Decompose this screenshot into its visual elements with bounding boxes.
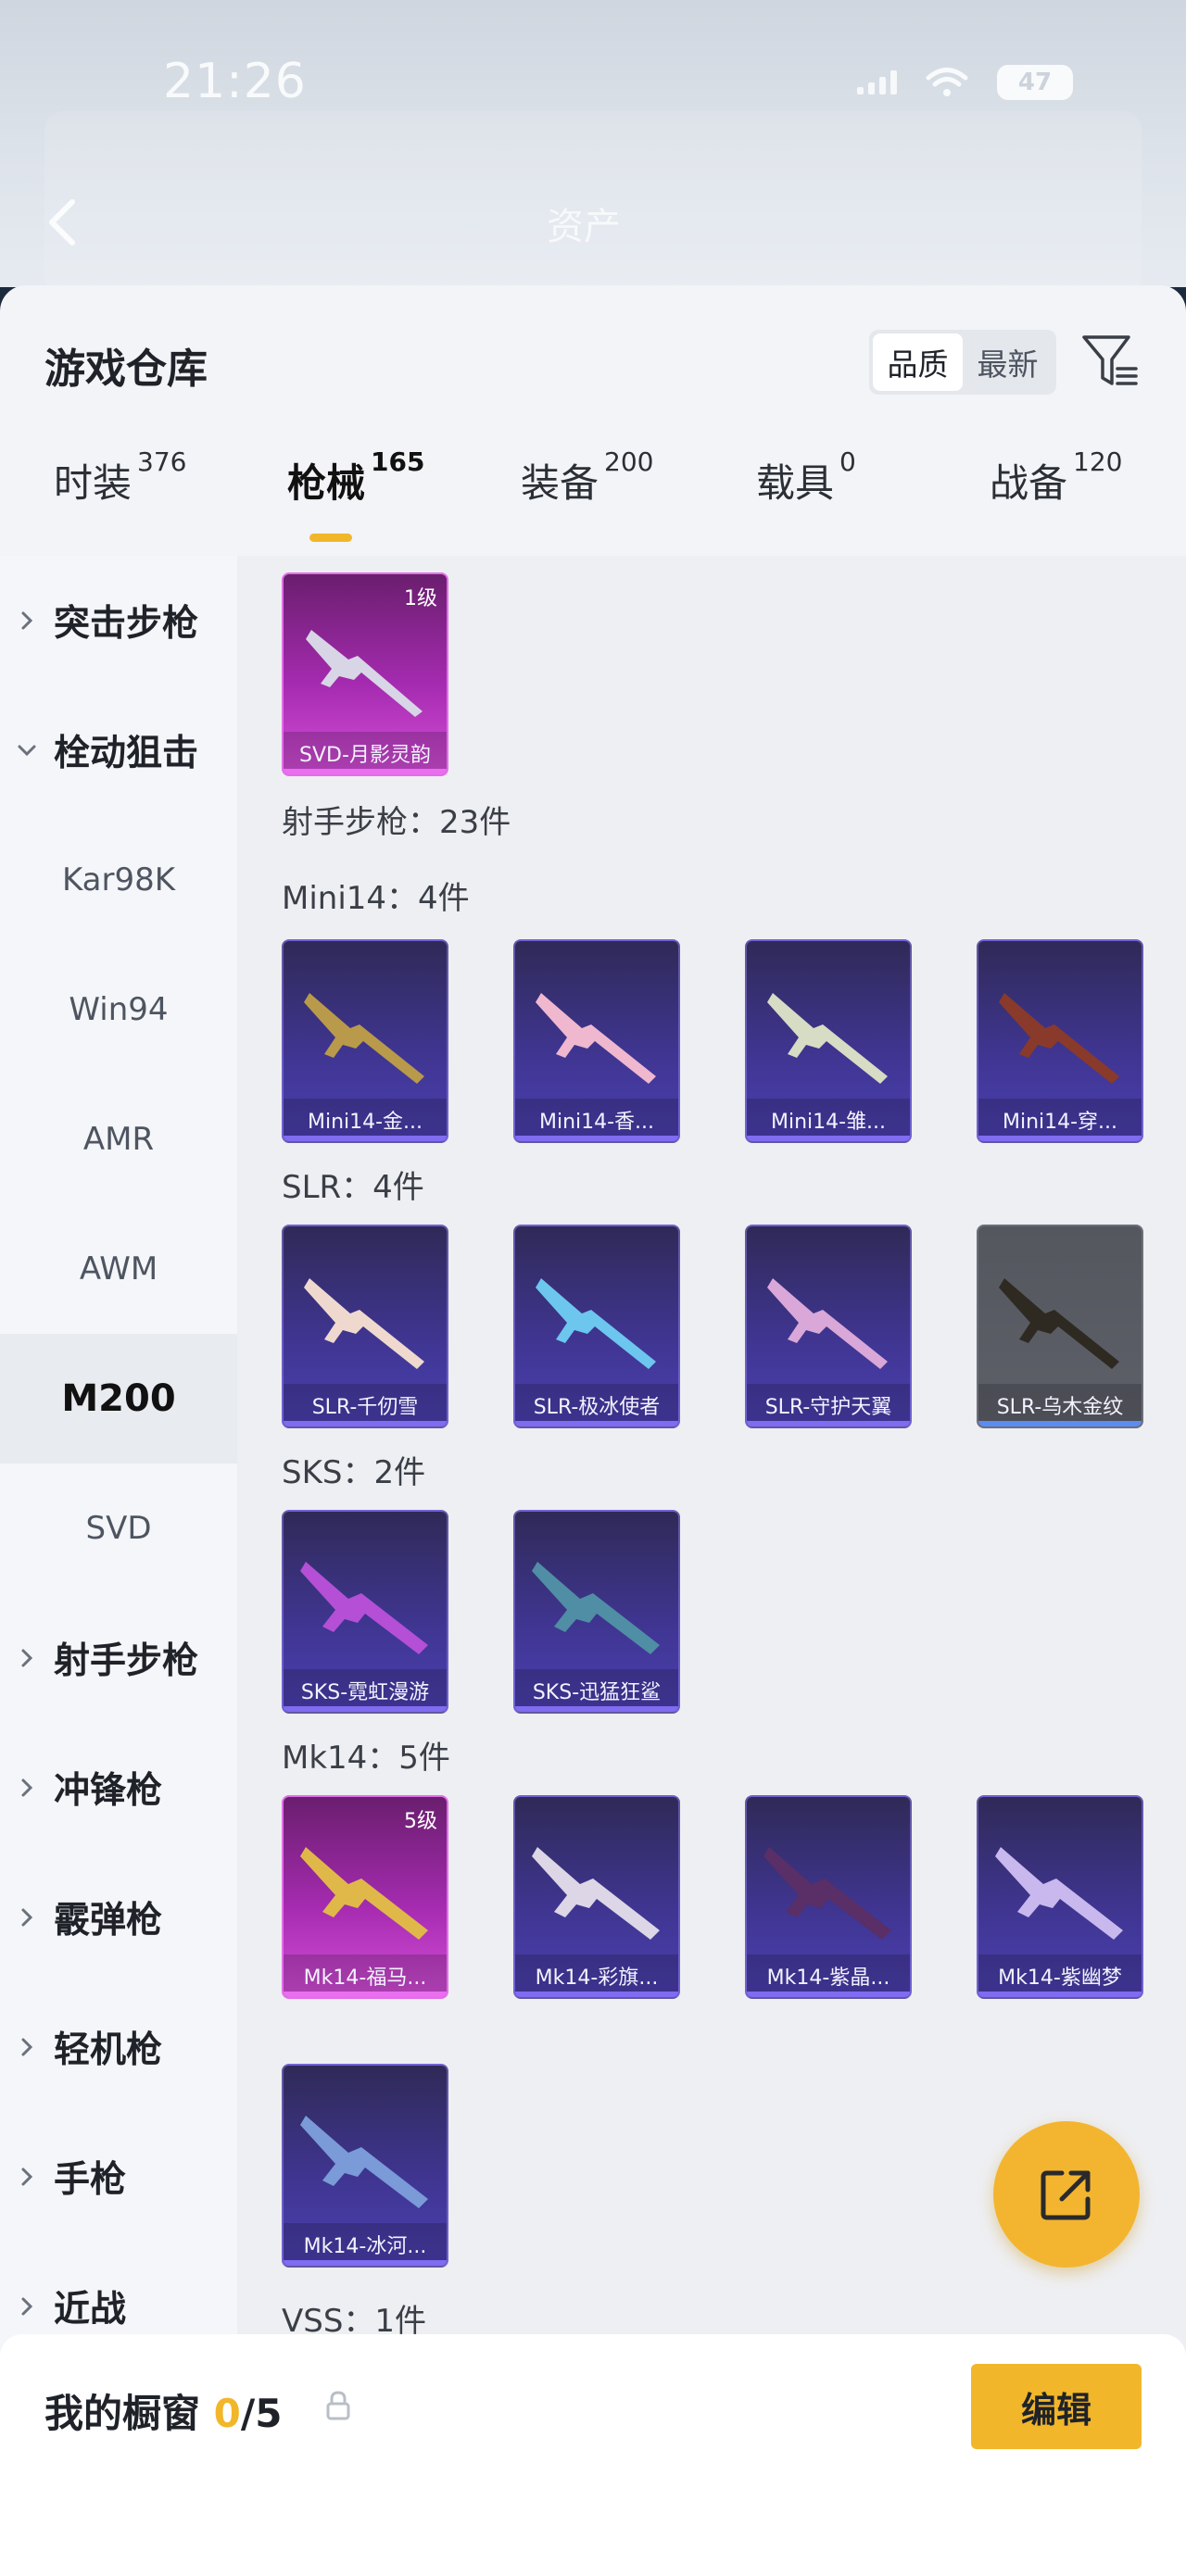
battery-icon: 47 bbox=[997, 65, 1073, 100]
sort-quality-button[interactable]: 品质 bbox=[873, 333, 963, 391]
sidebar-sub-awm[interactable]: AWM bbox=[0, 1204, 237, 1334]
warehouse-sheet: 游戏仓库 品质 最新 时装 376 枪械 165 装备 200 载具 0 战备 120 突… bbox=[0, 285, 1186, 2576]
showcase-bar: 我的橱窗 0/5 编辑 bbox=[0, 2334, 1186, 2576]
tab-count: 165 bbox=[371, 446, 425, 477]
skin-card[interactable]: SKS-霓虹漫游 bbox=[282, 1510, 448, 1714]
tab-count: 0 bbox=[839, 446, 856, 477]
skin-card[interactable]: Mk14-冰河... bbox=[282, 2064, 448, 2268]
skin-card[interactable]: Mini14-穿... bbox=[977, 939, 1143, 1143]
wifi-icon bbox=[926, 68, 968, 96]
tab-supplies[interactable]: 战备 120 bbox=[990, 446, 1122, 509]
gun-image bbox=[536, 993, 656, 1084]
chevron-down-icon bbox=[0, 742, 54, 759]
gun-image bbox=[532, 1562, 660, 1654]
filter-icon[interactable] bbox=[1080, 332, 1140, 391]
skin-card[interactable]: Mk14-紫晶... bbox=[745, 1795, 912, 1999]
gun-image bbox=[767, 1278, 888, 1369]
skin-card[interactable]: SLR-守护天翼 bbox=[745, 1225, 912, 1428]
sidebar-item-pistol[interactable]: 手枪 bbox=[0, 2112, 237, 2242]
sidebar-sub-m200[interactable]: M200 bbox=[0, 1334, 237, 1464]
gun-image bbox=[999, 993, 1119, 1084]
skin-card[interactable]: Mini14-香... bbox=[513, 939, 680, 1143]
lock-icon bbox=[326, 2391, 350, 2420]
status-time: 21:26 bbox=[163, 54, 307, 109]
gun-image bbox=[995, 1847, 1123, 1940]
tab-vehicles[interactable]: 载具 0 bbox=[756, 446, 856, 509]
showcase-count: 0 bbox=[213, 2391, 241, 2436]
category-tabs: 时装 376 枪械 165 装备 200 载具 0 战备 120 bbox=[0, 446, 1186, 554]
group-label-sks: SKS：2件 bbox=[282, 1454, 426, 1491]
chevron-right-icon bbox=[0, 2037, 54, 2057]
tab-equipment[interactable]: 装备 200 bbox=[521, 446, 653, 509]
showcase-label: 我的橱窗 0/5 bbox=[44, 2391, 283, 2436]
skin-card[interactable]: Mk14-彩旗... bbox=[513, 1795, 680, 1999]
sidebar-sub-amr[interactable]: AMR bbox=[0, 1074, 237, 1204]
skin-card[interactable]: Mini14-金... bbox=[282, 939, 448, 1143]
tab-count: 120 bbox=[1073, 446, 1123, 477]
tab-count: 376 bbox=[137, 446, 187, 477]
sheet-title: 游戏仓库 bbox=[44, 346, 208, 393]
share-button[interactable] bbox=[993, 2121, 1140, 2268]
signal-icon bbox=[857, 70, 897, 94]
gun-image bbox=[304, 993, 424, 1084]
gun-image bbox=[767, 993, 888, 1084]
group-label-dmr: 射手步枪：23件 bbox=[282, 804, 511, 841]
sidebar-sub-win94[interactable]: Win94 bbox=[0, 945, 237, 1074]
sidebar-item-shotgun[interactable]: 霰弹枪 bbox=[0, 1853, 237, 1982]
weapon-grid: 1级 SVD-月影灵韵 射手步枪：23件 Mini14：4件 Mini14-金.… bbox=[237, 556, 1186, 2576]
gun-image bbox=[999, 1278, 1119, 1369]
gun-image bbox=[306, 630, 423, 717]
share-icon bbox=[1041, 2170, 1091, 2220]
group-label-mini14: Mini14：4件 bbox=[282, 880, 470, 917]
weapon-category-sidebar: 突击步枪 栓动狙击 Kar98K Win94 AMR AWM M200 SVD … bbox=[0, 556, 237, 2576]
chevron-right-icon bbox=[0, 610, 54, 631]
chevron-right-icon bbox=[0, 1648, 54, 1668]
sidebar-item-bolt-sniper[interactable]: 栓动狙击 bbox=[0, 685, 237, 815]
gun-image bbox=[532, 1847, 660, 1940]
skin-card[interactable]: Mk14-紫幽梦 bbox=[977, 1795, 1143, 1999]
skin-card[interactable]: 1级 SVD-月影灵韵 bbox=[282, 572, 448, 776]
tab-count: 200 bbox=[604, 446, 654, 477]
header-title: 资产 bbox=[547, 206, 621, 248]
tab-fashion[interactable]: 时装 376 bbox=[54, 446, 186, 509]
chevron-right-icon bbox=[0, 2167, 54, 2187]
skin-card[interactable]: SLR-乌木金纹 bbox=[977, 1225, 1143, 1428]
active-tab-indicator bbox=[309, 534, 352, 542]
group-label-slr: SLR：4件 bbox=[282, 1169, 424, 1206]
gun-image bbox=[536, 1278, 656, 1369]
skin-card[interactable]: SLR-极冰使者 bbox=[513, 1225, 680, 1428]
sidebar-item-assault-rifle[interactable]: 突击步枪 bbox=[0, 556, 237, 685]
skin-card[interactable]: Mini14-雏... bbox=[745, 939, 912, 1143]
sidebar-item-smg[interactable]: 冲锋枪 bbox=[0, 1723, 237, 1853]
status-icons: 47 bbox=[857, 65, 1073, 100]
showcase-total: /5 bbox=[240, 2391, 283, 2436]
gun-image bbox=[304, 1278, 424, 1369]
sidebar-item-lmg[interactable]: 轻机枪 bbox=[0, 1982, 237, 2112]
sidebar-item-dmr[interactable]: 射手步枪 bbox=[0, 1593, 237, 1723]
sidebar-sub-svd[interactable]: SVD bbox=[0, 1464, 237, 1593]
back-arrow-icon[interactable] bbox=[37, 195, 93, 250]
gun-image bbox=[300, 2116, 428, 2208]
sort-toggle: 品质 最新 bbox=[869, 330, 1056, 395]
sidebar-sub-kar98k[interactable]: Kar98K bbox=[0, 815, 237, 945]
tab-firearms[interactable]: 枪械 165 bbox=[287, 446, 424, 509]
skin-card[interactable]: SLR-千仞雪 bbox=[282, 1225, 448, 1428]
gun-image bbox=[300, 1847, 428, 1940]
chevron-right-icon bbox=[0, 1778, 54, 1798]
skin-card[interactable]: 5级 Mk14-福马... bbox=[282, 1795, 448, 1999]
chevron-right-icon bbox=[0, 2296, 54, 2317]
gun-image bbox=[300, 1562, 428, 1654]
edit-button[interactable]: 编辑 bbox=[971, 2364, 1142, 2449]
skin-card[interactable]: SKS-迅猛狂鲨 bbox=[513, 1510, 680, 1714]
status-header-area: 21:26 47 资产 bbox=[0, 0, 1186, 287]
group-label-mk14: Mk14：5件 bbox=[282, 1740, 450, 1777]
chevron-right-icon bbox=[0, 1907, 54, 1928]
sort-newest-button[interactable]: 最新 bbox=[963, 333, 1053, 391]
gun-image bbox=[763, 1847, 891, 1940]
